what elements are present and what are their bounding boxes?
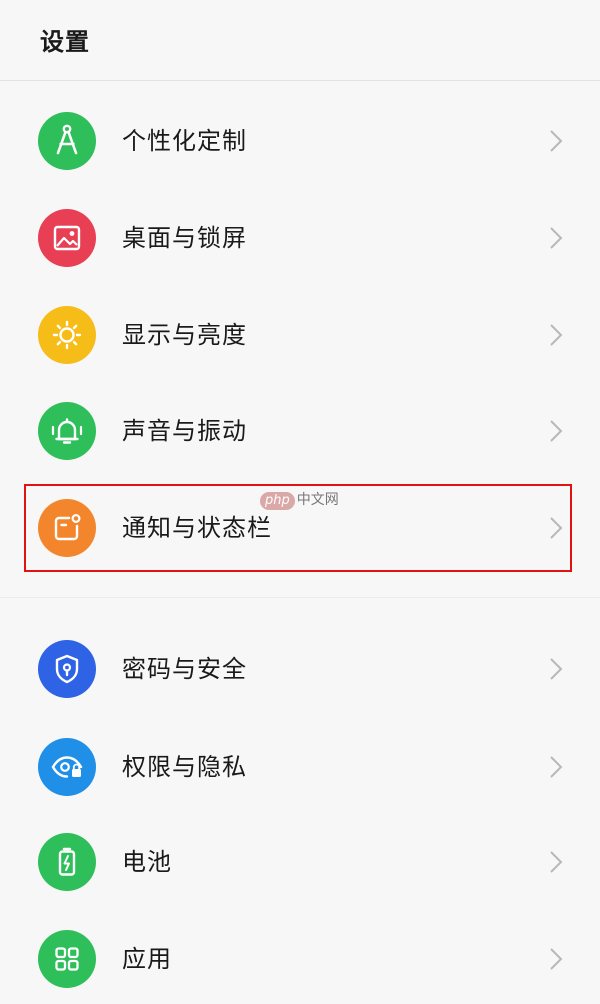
settings-item-label: 电池 <box>122 848 172 876</box>
settings-item-label: 个性化定制 <box>122 127 247 155</box>
watermark-badge: php <box>260 492 295 510</box>
chevron-right-icon <box>550 420 563 442</box>
settings-item-label: 应用 <box>122 945 172 973</box>
settings-item-label: 声音与振动 <box>122 417 247 445</box>
eye-lock-icon <box>38 738 96 796</box>
watermark-text: 中文网 <box>296 492 339 508</box>
sun-icon <box>38 306 96 364</box>
shield-lock-icon <box>38 640 96 698</box>
chevron-right-icon <box>550 324 563 346</box>
settings-item-password-security[interactable]: 密码与安全 <box>0 624 600 714</box>
chevron-right-icon <box>550 756 563 778</box>
header-bar: 设置 <box>0 0 600 81</box>
section-divider <box>0 597 600 598</box>
settings-item-label: 权限与隐私 <box>122 753 247 781</box>
settings-item-personalization[interactable]: 个性化定制 <box>0 96 600 186</box>
bell-icon <box>38 402 96 460</box>
settings-item-label: 桌面与锁屏 <box>122 224 247 252</box>
chevron-right-icon <box>550 851 563 873</box>
settings-item-desktop-lockscreen[interactable]: 桌面与锁屏 <box>0 193 600 283</box>
settings-item-apps[interactable]: 应用 <box>0 914 600 1004</box>
settings-item-label: 显示与亮度 <box>122 321 247 349</box>
chevron-right-icon <box>550 227 563 249</box>
settings-item-permissions-privacy[interactable]: 权限与隐私 <box>0 722 600 812</box>
settings-item-sound-vibration[interactable]: 声音与振动 <box>0 386 600 476</box>
image-icon <box>38 209 96 267</box>
settings-item-display-brightness[interactable]: 显示与亮度 <box>0 290 600 380</box>
compass-icon <box>38 112 96 170</box>
chevron-right-icon <box>550 948 563 970</box>
apps-grid-icon <box>38 930 96 988</box>
chevron-right-icon <box>550 130 563 152</box>
settings-item-battery[interactable]: 电池 <box>0 817 600 907</box>
settings-item-label: 密码与安全 <box>122 655 247 683</box>
page-title: 设置 <box>40 28 90 56</box>
watermark: php 中文网 <box>260 489 339 510</box>
battery-icon <box>38 833 96 891</box>
chevron-right-icon <box>550 658 563 680</box>
